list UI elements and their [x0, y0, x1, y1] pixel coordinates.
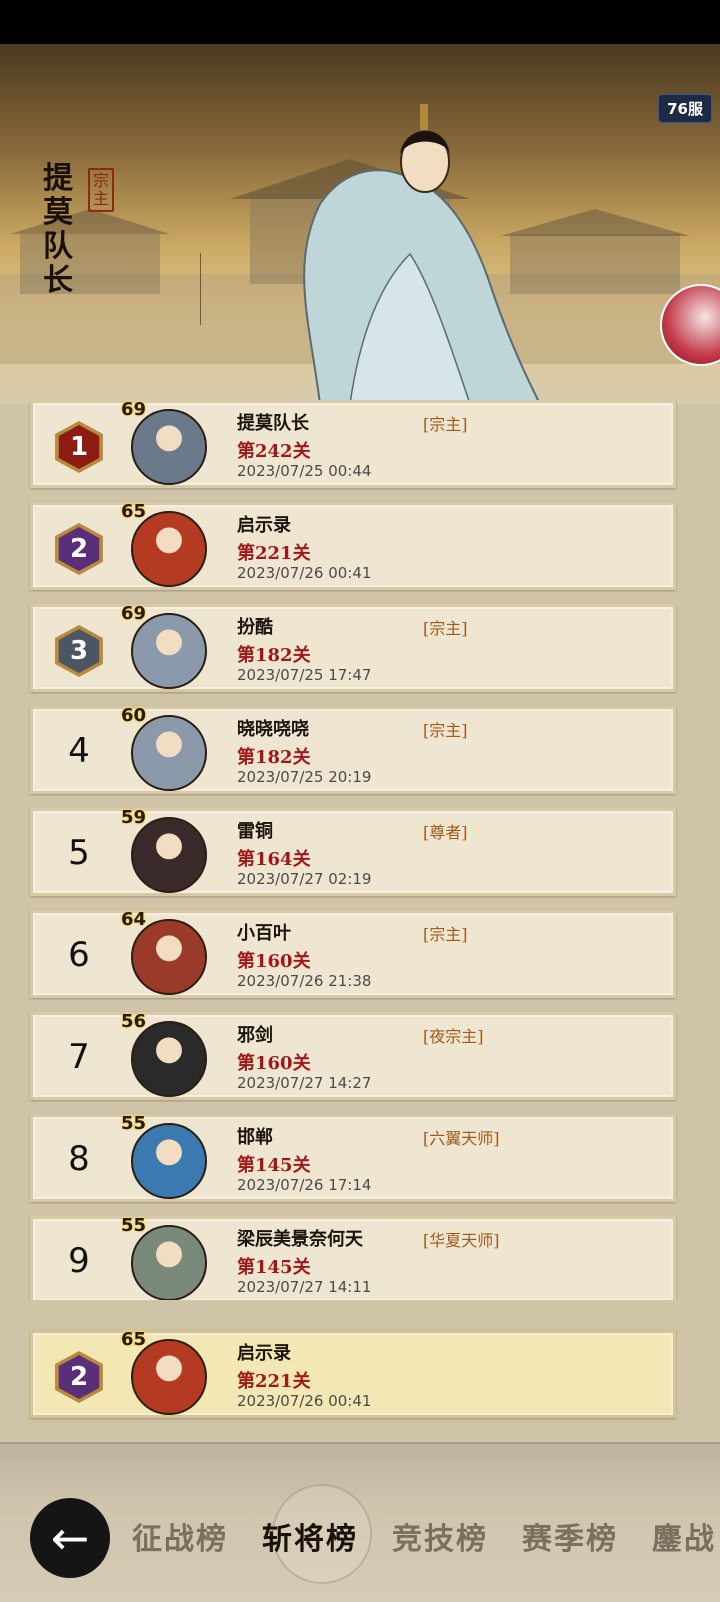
- leaderboard-row[interactable]: 2 65 启示录第221关 2023/07/26 00:41: [30, 501, 676, 590]
- rank-badge: 1: [55, 421, 103, 473]
- stage-label: 第164关: [237, 849, 311, 870]
- leaderboard-row[interactable]: 5 59 雷铜 [尊者] 第164关 2023/07/27 02:19: [30, 807, 676, 896]
- player-title: [宗主]: [423, 925, 468, 944]
- level-badge: 55: [121, 1113, 147, 1134]
- avatar: [131, 1021, 207, 1097]
- rank-number: 8: [68, 1139, 90, 1179]
- server-badge: 76服: [658, 94, 712, 123]
- stage-label: 第221关: [237, 1371, 311, 1392]
- player-title: [宗主]: [423, 415, 468, 434]
- avatar: [131, 919, 207, 995]
- timestamp: 2023/07/27 14:27: [237, 1074, 372, 1092]
- leaderboard-row[interactable]: 7 56 邪剑 [夜宗主] 第160关 2023/07/27 14:27: [30, 1011, 676, 1100]
- stage-label: 第242关: [237, 441, 311, 462]
- stage-label: 第145关: [237, 1257, 311, 1278]
- champion-title: 宗主: [88, 168, 114, 212]
- avatar: [131, 1339, 207, 1415]
- player-title: [夜宗主]: [423, 1027, 484, 1046]
- tab-battle[interactable]: 鏖战: [652, 1514, 716, 1558]
- status-bar: [0, 0, 720, 44]
- hero-banner: 76服 提莫队长 宗主: [0, 44, 720, 404]
- rank-badge: 2: [55, 1351, 103, 1403]
- tab-arena[interactable]: 竞技榜: [392, 1514, 488, 1558]
- stage-label: 第221关: [237, 543, 311, 564]
- stage-label: 第182关: [237, 645, 311, 666]
- timestamp: 2023/07/25 20:19: [237, 768, 372, 786]
- timestamp: 2023/07/25 00:44: [237, 462, 372, 480]
- timestamp: 2023/07/25 17:47: [237, 666, 372, 684]
- player-name: 雷铜: [237, 821, 273, 842]
- back-arrow-icon: ←: [50, 1511, 90, 1565]
- avatar: [131, 409, 207, 485]
- player-title: [宗主]: [423, 619, 468, 638]
- bottom-tab-bar: ← 征战榜 斩将榜 竞技榜 赛季榜 鏖战: [0, 1442, 720, 1602]
- level-badge: 69: [121, 400, 147, 420]
- level-badge: 65: [121, 501, 147, 522]
- timestamp: 2023/07/27 14:11: [237, 1278, 372, 1296]
- avatar: [131, 613, 207, 689]
- level-badge: 60: [121, 705, 147, 726]
- avatar: [131, 817, 207, 893]
- player-name: 邯郸: [237, 1127, 273, 1148]
- level-badge: 55: [121, 1215, 147, 1236]
- rank-number: 7: [68, 1037, 90, 1077]
- hero-character-illustration: [200, 104, 542, 404]
- leaderboard-row[interactable]: 6 64 小百叶 [宗主] 第160关 2023/07/26 21:38: [30, 909, 676, 998]
- player-title: [六翼天师]: [423, 1129, 500, 1148]
- leaderboard-list[interactable]: 1 69 提莫队长 [宗主] 第242关 2023/07/25 00:44 2 65 启示录 第2…: [0, 400, 720, 1300]
- avatar: [131, 715, 207, 791]
- player-name: 梁辰美景奈何天: [237, 1229, 363, 1250]
- timestamp: 2023/07/26 00:41: [237, 564, 372, 582]
- timestamp: 2023/07/26 00:41: [237, 1392, 372, 1410]
- champion-name: 提莫队长: [43, 161, 73, 298]
- level-badge: 59: [121, 807, 147, 828]
- avatar: [131, 1123, 207, 1199]
- stage-label: 第145关: [237, 1155, 311, 1176]
- level-badge: 56: [121, 1011, 147, 1032]
- rank-number: 9: [68, 1241, 90, 1281]
- leaderboard-row[interactable]: 8 55 邯郸 [六翼天师] 第145关 2023/07/26 17:14: [30, 1113, 676, 1202]
- player-name: 启示录: [237, 1343, 291, 1364]
- player-name: 提莫队长: [237, 413, 309, 434]
- level-badge: 65: [121, 1329, 147, 1350]
- my-rank-row[interactable]: 2 65 启示录 第221关 2023/07/26 00:41: [30, 1329, 676, 1418]
- back-button[interactable]: ←: [30, 1498, 110, 1578]
- leaderboard-row[interactable]: 9 55 梁辰美景奈何天 [华夏天师] 第145关 2023/07/27 14:11: [30, 1215, 676, 1300]
- avatar: [131, 511, 207, 587]
- leaderboard-row[interactable]: 3 69 扮酷 [宗主] 第182关 2023/07/25 17:47: [30, 603, 676, 692]
- player-title: [宗主]: [423, 721, 468, 740]
- rank-number: 5: [68, 833, 90, 873]
- player-name: 小百叶: [237, 923, 291, 944]
- player-name: 扮酷: [237, 617, 273, 638]
- player-name: 晓晓哓哓: [237, 719, 309, 740]
- stage-label: 第182关: [237, 747, 311, 768]
- timestamp: 2023/07/26 21:38: [237, 972, 372, 990]
- rank-badge: 2: [55, 523, 103, 575]
- rank-number: 4: [68, 731, 90, 771]
- player-title: [华夏天师]: [423, 1231, 500, 1250]
- leaderboard-row[interactable]: 4 60 晓晓哓哓 [宗主] 第182关 2023/07/25 20:19: [30, 705, 676, 794]
- player-title: [尊者]: [423, 823, 468, 842]
- level-badge: 69: [121, 603, 147, 624]
- timestamp: 2023/07/26 17:14: [237, 1176, 372, 1194]
- player-name: 启示录: [237, 515, 291, 536]
- stage-label: 第160关: [237, 951, 311, 972]
- tab-season[interactable]: 赛季榜: [522, 1514, 618, 1558]
- level-badge: 64: [121, 909, 147, 930]
- timestamp: 2023/07/27 02:19: [237, 870, 372, 888]
- avatar: [131, 1225, 207, 1300]
- rank-badge: 3: [55, 625, 103, 677]
- leaderboard-row[interactable]: 1 69 提莫队长 [宗主] 第242关 2023/07/25 00:44: [30, 400, 676, 488]
- player-name: 邪剑: [237, 1025, 273, 1046]
- tab-general-kills[interactable]: 斩将榜: [262, 1514, 358, 1558]
- stage-label: 第160关: [237, 1053, 311, 1074]
- tab-conquest[interactable]: 征战榜: [132, 1514, 228, 1558]
- rank-number: 6: [68, 935, 90, 975]
